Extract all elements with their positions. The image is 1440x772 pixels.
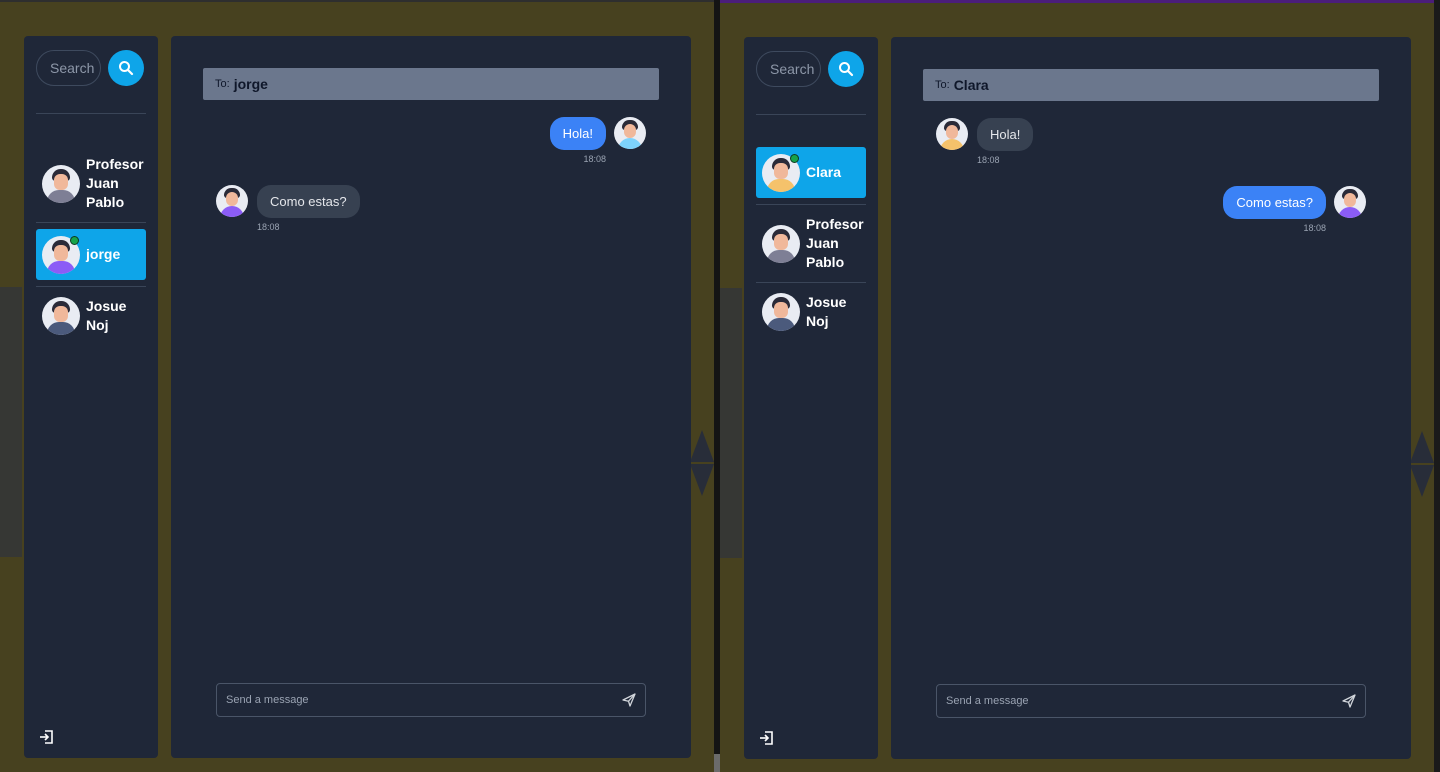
avatar xyxy=(1334,186,1366,218)
recipient-header: To: jorge xyxy=(203,68,659,100)
divider xyxy=(756,114,866,115)
message-outgoing: Como estas? 18:08 xyxy=(1223,186,1366,233)
contacts-sidebar: Clara Profesor Juan Pablo Josue Noj xyxy=(744,37,878,759)
contact-name: Profesor Juan Pablo xyxy=(806,216,864,270)
contact-list: Profesor Juan Pablo jorge Josue Noj xyxy=(36,151,146,339)
search-button[interactable] xyxy=(828,51,864,87)
search-icon xyxy=(119,61,134,76)
contact-name: Josue Noj xyxy=(806,294,847,329)
search-icon xyxy=(839,62,854,77)
message-composer xyxy=(216,683,646,717)
online-status-indicator xyxy=(70,236,79,245)
search-button[interactable] xyxy=(108,50,144,86)
background-decoration xyxy=(1410,431,1434,463)
divider xyxy=(756,204,866,205)
contact-name: Profesor Juan Pablo xyxy=(86,156,144,210)
avatar xyxy=(42,164,80,203)
contact-item-profesor-juan-pablo[interactable]: Profesor Juan Pablo xyxy=(36,151,146,216)
message-outgoing: Hola! 18:08 xyxy=(549,117,646,164)
chat-panel: To: Clara Hola! 18:08 Como estas? 18:08 xyxy=(891,37,1411,759)
logout-icon xyxy=(40,730,53,744)
divider xyxy=(36,222,146,223)
message-timestamp: 18:08 xyxy=(257,222,280,232)
divider xyxy=(756,282,866,283)
contacts-sidebar: Profesor Juan Pablo jorge Josue Noj xyxy=(24,36,158,758)
send-button[interactable] xyxy=(1341,693,1357,709)
online-status-indicator xyxy=(790,154,799,163)
logout-icon xyxy=(760,731,773,745)
message-bubble: Hola! xyxy=(549,117,606,150)
contact-item-jorge[interactable]: jorge xyxy=(36,229,146,280)
search-bar xyxy=(756,50,866,88)
message-composer xyxy=(936,684,1366,718)
send-icon xyxy=(622,693,636,707)
to-label: To: xyxy=(215,78,230,90)
send-icon xyxy=(1342,694,1356,708)
contact-list: Clara Profesor Juan Pablo Josue Noj xyxy=(756,147,866,335)
contact-item-clara[interactable]: Clara xyxy=(756,147,866,198)
contact-item-josue-noj[interactable]: Josue Noj xyxy=(36,293,146,339)
message-input[interactable] xyxy=(217,684,617,716)
message-incoming: Hola! 18:08 xyxy=(936,118,1034,165)
message-bubble: Como estas? xyxy=(1223,186,1326,219)
search-input[interactable] xyxy=(36,50,101,86)
avatar xyxy=(42,297,80,335)
contact-name: Clara xyxy=(806,164,842,180)
avatar xyxy=(936,118,968,150)
recipient-header: To: Clara xyxy=(923,69,1379,101)
to-label: To: xyxy=(935,79,950,91)
logout-button[interactable] xyxy=(38,728,56,746)
background-decoration xyxy=(1410,465,1434,497)
contact-item-josue-noj[interactable]: Josue Noj xyxy=(756,289,866,335)
send-button[interactable] xyxy=(621,692,637,708)
message-timestamp: 18:08 xyxy=(977,155,1000,165)
chat-panel: To: jorge Hola! 18:08 Como estas? 18:08 xyxy=(171,36,691,758)
message-bubble: Como estas? xyxy=(257,185,360,218)
message-timestamp: 18:08 xyxy=(583,154,606,164)
contact-name: jorge xyxy=(86,246,121,262)
contact-name: Josue Noj xyxy=(86,298,127,333)
background-decoration xyxy=(720,288,742,558)
background-decoration xyxy=(690,464,714,496)
recipient-name: Clara xyxy=(953,77,989,93)
background-decoration xyxy=(0,287,22,557)
divider xyxy=(36,113,146,114)
background-decoration xyxy=(690,430,714,462)
avatar xyxy=(614,117,646,149)
avatar xyxy=(762,224,800,263)
message-timestamp: 18:08 xyxy=(1303,223,1326,233)
right-browser-window: Clara Profesor Juan Pablo Josue Noj To: … xyxy=(720,0,1434,772)
divider xyxy=(36,286,146,287)
logout-button[interactable] xyxy=(758,729,776,747)
search-bar xyxy=(36,49,146,87)
avatar xyxy=(216,185,248,217)
contact-item-profesor-juan-pablo[interactable]: Profesor Juan Pablo xyxy=(756,211,866,276)
message-incoming: Como estas? 18:08 xyxy=(216,185,360,232)
left-browser-window: Profesor Juan Pablo jorge Josue Noj To: … xyxy=(0,0,714,772)
message-bubble: Hola! xyxy=(977,118,1034,151)
search-input[interactable] xyxy=(756,51,821,87)
recipient-name: jorge xyxy=(233,76,268,92)
avatar xyxy=(762,293,800,331)
message-input[interactable] xyxy=(937,685,1337,717)
